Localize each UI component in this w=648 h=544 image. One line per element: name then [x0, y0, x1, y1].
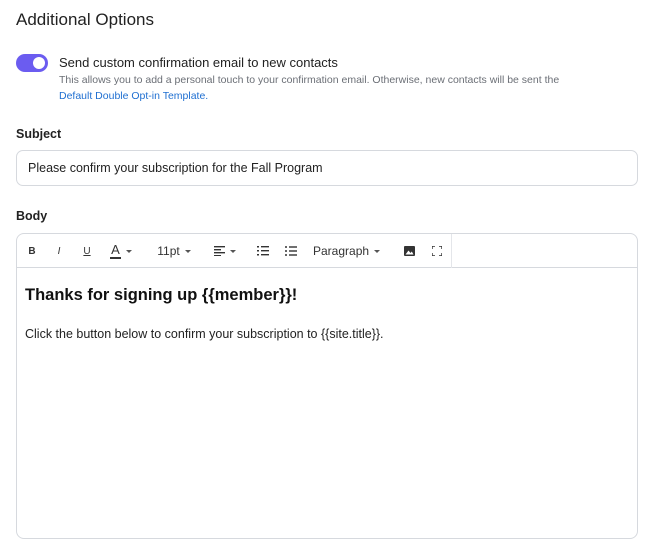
chevron-down-icon	[374, 249, 381, 253]
bullet-list-icon	[285, 246, 297, 256]
block-format-value: Paragraph	[313, 244, 370, 258]
font-color-button[interactable]: A	[103, 234, 139, 268]
toolbar-divider	[451, 234, 452, 268]
font-size-dropdown[interactable]: 11pt	[147, 234, 201, 268]
toggle-help-text: This allows you to add a personal touch …	[59, 72, 639, 104]
body-label: Body	[16, 209, 48, 223]
align-dropdown[interactable]	[207, 234, 243, 268]
email-paragraph: Click the button below to confirm your s…	[25, 327, 384, 341]
subject-input[interactable]	[16, 150, 638, 186]
fullscreen-button[interactable]	[425, 234, 449, 268]
bullet-list-button[interactable]	[279, 234, 303, 268]
italic-button[interactable]: I	[48, 234, 70, 268]
insert-image-button[interactable]	[397, 234, 421, 268]
toggle-help-description: This allows you to add a personal touch …	[59, 74, 560, 86]
rich-text-editor: B I U A 11pt Paragraph Thanks for signin…	[16, 233, 638, 539]
chevron-down-icon	[184, 249, 191, 253]
chevron-down-icon	[230, 249, 236, 253]
font-color-label: A	[110, 241, 121, 259]
numbered-list-button[interactable]	[251, 234, 275, 268]
font-size-value: 11pt	[157, 244, 180, 258]
editor-toolbar: B I U A 11pt Paragraph	[17, 234, 637, 268]
block-format-dropdown[interactable]: Paragraph	[309, 234, 389, 268]
subject-label: Subject	[16, 127, 62, 141]
fullscreen-icon	[432, 246, 442, 256]
editor-content[interactable]: Thanks for signing up {{member}}! Click …	[25, 286, 629, 341]
toggle-label: Send custom confirmation email to new co…	[59, 55, 338, 70]
section-title: Additional Options	[16, 10, 154, 29]
default-template-link[interactable]: Default Double Opt-in Template.	[59, 90, 208, 102]
chevron-down-icon	[125, 249, 132, 253]
align-left-icon	[214, 246, 225, 256]
underline-button[interactable]: U	[76, 234, 98, 268]
bold-button[interactable]: B	[21, 234, 43, 268]
custom-email-toggle[interactable]	[16, 54, 48, 72]
toggle-knob	[33, 57, 45, 69]
image-icon	[403, 246, 415, 256]
numbered-list-icon	[257, 246, 269, 256]
email-heading: Thanks for signing up {{member}}!	[25, 286, 298, 304]
